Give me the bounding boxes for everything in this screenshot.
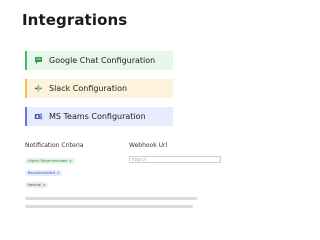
- page-title: Integrations: [22, 11, 128, 29]
- criteria-chip-neutral[interactable]: Neutral x: [25, 182, 49, 188]
- slack-configuration-label: Slack Configuration: [49, 84, 128, 93]
- placeholder-line: [25, 205, 193, 208]
- google-chat-configuration-card[interactable]: Google Chat Configuration: [25, 51, 173, 70]
- remove-chip-icon[interactable]: x: [57, 170, 59, 176]
- slack-configuration-card[interactable]: Slack Configuration: [25, 79, 173, 98]
- webhook-url-label: Webhook Url: [129, 142, 168, 149]
- chip-label: Highly Recommended: [28, 159, 68, 163]
- ms-teams-configuration-card[interactable]: MS Teams Configuration: [25, 107, 173, 126]
- ms-teams-icon: [34, 112, 43, 121]
- criteria-chip-highly-recommended[interactable]: Highly Recommended x: [25, 158, 75, 164]
- slack-icon: [34, 84, 43, 93]
- ms-teams-configuration-label: MS Teams Configuration: [49, 112, 146, 121]
- remove-chip-icon[interactable]: x: [43, 182, 45, 188]
- remove-chip-icon[interactable]: x: [70, 158, 72, 164]
- chip-label: Neutral: [28, 183, 42, 187]
- placeholder-line: [25, 197, 197, 200]
- notification-criteria-label: Notification Criteria: [25, 142, 84, 149]
- google-chat-icon: [34, 56, 43, 65]
- webhook-url-input[interactable]: [129, 156, 221, 163]
- google-chat-configuration-label: Google Chat Configuration: [49, 56, 156, 65]
- criteria-chip-recommended[interactable]: Recommended x: [25, 170, 63, 176]
- chip-label: Recommended: [28, 171, 55, 175]
